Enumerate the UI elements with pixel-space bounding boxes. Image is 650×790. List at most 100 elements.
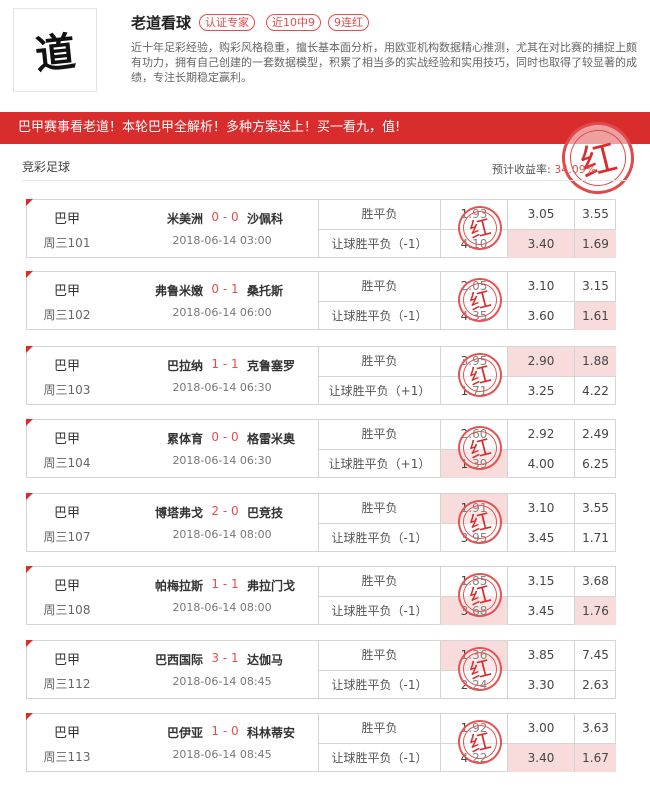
odds-cell[interactable]: 3.30	[507, 670, 574, 699]
home-team: 累体育	[166, 432, 203, 446]
play-type-win-draw-lose: 胜平负	[318, 420, 440, 449]
play-type-win-draw-lose: 胜平负	[318, 200, 440, 229]
expected-income: 预计收益率: 34.09%	[492, 161, 596, 177]
play-type-win-draw-lose: 胜平负	[318, 641, 440, 670]
match-number: 周三102	[43, 308, 91, 322]
odds-cell[interactable]: 3.60	[507, 301, 574, 330]
match-time: 2018-06-14 08:00	[172, 601, 272, 614]
home-team: 巴伊亚	[166, 726, 203, 740]
corner-marker	[26, 419, 33, 426]
match-card[interactable]: 巴甲 周三113 巴伊亚 1 - 0 科林蒂安 2018-06-14 08:45 胜平负 让球…	[26, 713, 616, 772]
odds-cell[interactable]: 3.45	[507, 596, 574, 625]
match-time: 2018-06-14 08:45	[172, 748, 272, 761]
match-card[interactable]: 巴甲 周三107 博塔弗戈 2 - 0 巴竞技 2018-06-14 08:00 胜平负 让球…	[26, 493, 616, 552]
play-type-win-draw-lose: 胜平负	[318, 714, 440, 743]
odds-cell-selected[interactable]: 1.88	[574, 347, 616, 376]
odds-cell[interactable]: 3.63	[574, 714, 616, 743]
odds-cell-selected[interactable]: 3.40	[507, 229, 574, 258]
play-type-handicap: 让球胜平负（-1）	[318, 670, 440, 699]
corner-marker	[26, 566, 33, 573]
league-name: 巴甲	[53, 359, 80, 374]
home-team: 巴西国际	[154, 653, 203, 667]
odds-cell-selected[interactable]: 1.76	[574, 596, 616, 625]
home-team: 弗鲁米嫩	[154, 284, 203, 298]
match-card[interactable]: 巴甲 周三103 巴拉纳 1 - 1 克鲁塞罗 2018-06-14 06:30 胜平负 让球…	[26, 346, 616, 405]
match-score: 1 - 0	[211, 724, 239, 738]
odds-cell-selected[interactable]: 1.61	[574, 301, 616, 330]
odds-cell-selected[interactable]: 1.67	[574, 743, 616, 772]
odds-cell[interactable]: 3.00	[507, 714, 574, 743]
match-time: 2018-06-14 08:45	[172, 675, 272, 688]
odds-cell-selected[interactable]: 1.69	[574, 229, 616, 258]
odds-cell[interactable]: 3.05	[507, 200, 574, 229]
expert-header: 道 老道看球 认证专家 近10中9 9连红 近十年足彩经验，购彩风格稳重，擅长基…	[0, 0, 650, 108]
odds-cell[interactable]: 3.85	[507, 641, 574, 670]
divider	[22, 180, 628, 181]
match-card[interactable]: 巴甲 周三108 帕梅拉斯 1 - 1 弗拉门戈 2018-06-14 08:00 胜平负让…	[26, 566, 616, 625]
expert-name[interactable]: 老道看球	[131, 12, 191, 33]
odds-cell-selected[interactable]: 3.40	[507, 743, 574, 772]
match-number: 周三103	[43, 383, 91, 397]
corner-marker	[26, 199, 33, 206]
odds-cell[interactable]: 2.92	[507, 420, 574, 449]
match-score: 0 - 1	[211, 282, 239, 296]
league-name: 巴甲	[53, 506, 80, 521]
match-number: 周三108	[43, 603, 91, 617]
odds-cell[interactable]: 4.22	[574, 376, 616, 405]
match-score: 1 - 1	[211, 577, 239, 591]
odds-cell[interactable]: 6.25	[574, 449, 616, 478]
odds-cell[interactable]: 3.45	[507, 523, 574, 552]
odds-cell-selected[interactable]: 2.90	[507, 347, 574, 376]
avatar-glyph: 道	[33, 28, 78, 79]
home-team: 帕梅拉斯	[154, 579, 203, 593]
play-type-handicap: 让球胜平负（+1）	[318, 449, 440, 478]
match-score: 0 - 0	[211, 210, 239, 224]
expert-avatar[interactable]: 道	[13, 8, 97, 92]
league-name: 巴甲	[53, 432, 80, 447]
play-type-handicap: 让球胜平负（-1）	[318, 229, 440, 258]
odds-cell[interactable]: 3.15	[574, 272, 616, 301]
odds-cell[interactable]: 7.45	[574, 641, 616, 670]
match-card[interactable]: 巴甲 周三101 米美洲 0 - 0 沙佩科 2018-06-14 03:00 胜平负 让球胜…	[26, 199, 616, 258]
corner-marker	[26, 713, 33, 720]
match-score: 3 - 1	[211, 651, 239, 665]
odds-cell[interactable]: 3.10	[507, 272, 574, 301]
home-team: 米美洲	[166, 212, 203, 226]
play-type-win-draw-lose: 胜平负	[318, 567, 440, 596]
odds-cell[interactable]: 3.55	[574, 200, 616, 229]
match-card[interactable]: 巴甲 周三102 弗鲁米嫩 0 - 1 桑托斯 2018-06-14 06:00 胜平负 让球…	[26, 271, 616, 330]
match-card[interactable]: 巴甲 周三112 巴西国际 3 - 1 达伽马 2018-06-14 08:45 胜平负 让球…	[26, 640, 616, 699]
match-time: 2018-06-14 06:30	[172, 381, 272, 394]
odds-cell[interactable]: 4.00	[507, 449, 574, 478]
play-type-handicap: 让球胜平负（-1）	[318, 523, 440, 552]
odds-cell[interactable]: 2.49	[574, 420, 616, 449]
match-number: 周三104	[43, 456, 91, 470]
odds-cell[interactable]: 1.71	[574, 523, 616, 552]
corner-marker	[26, 493, 33, 500]
play-type-handicap: 让球胜平负（-1）	[318, 743, 440, 772]
income-label: 预计收益率:	[492, 163, 551, 176]
corner-marker	[26, 346, 33, 353]
match-number: 周三107	[43, 530, 91, 544]
league-name: 巴甲	[53, 212, 80, 227]
odds-cell[interactable]: 3.10	[507, 494, 574, 523]
play-type-handicap: 让球胜平负（-1）	[318, 596, 440, 625]
match-time: 2018-06-14 03:00	[172, 234, 272, 247]
plan-banner: 巴甲赛事看老道！本轮巴甲全解析！多种方案送上！买一看九，值!	[0, 112, 650, 144]
corner-marker	[26, 640, 33, 647]
match-card[interactable]: 巴甲 周三104 累体育 0 - 0 格雷米奥 2018-06-14 06:30 胜平负 让球…	[26, 419, 616, 478]
odds-cell[interactable]: 3.25	[507, 376, 574, 405]
match-number: 周三112	[43, 677, 91, 691]
match-number: 周三113	[43, 750, 91, 764]
tag-streak: 9连红	[328, 14, 369, 31]
odds-cell[interactable]: 2.63	[574, 670, 616, 699]
expert-intro: 近十年足彩经验，购彩风格稳重，擅长基本面分析，用欧亚机构数据精心推测，尤其在对比…	[131, 41, 637, 84]
home-team: 博塔弗戈	[154, 506, 203, 520]
corner-marker	[26, 271, 33, 278]
match-time: 2018-06-14 06:00	[172, 306, 272, 319]
odds-cell[interactable]: 3.68	[574, 567, 616, 596]
league-name: 巴甲	[53, 284, 80, 299]
odds-cell[interactable]: 3.55	[574, 494, 616, 523]
play-type-win-draw-lose: 胜平负	[318, 347, 440, 376]
odds-cell[interactable]: 3.15	[507, 567, 574, 596]
